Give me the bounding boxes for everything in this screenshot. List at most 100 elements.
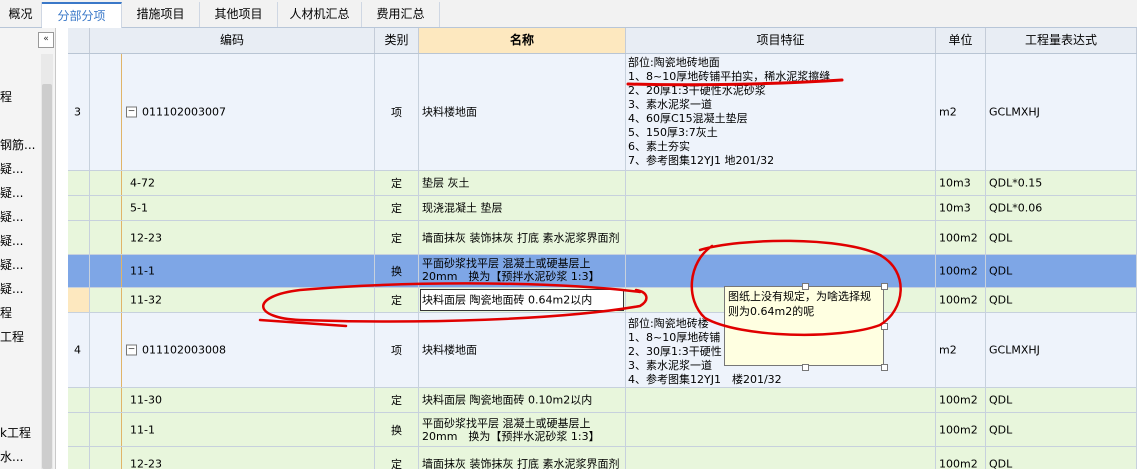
features-cell[interactable]: 部位:陶瓷地砖地面 1、8~10厚地砖铺平拍实，稀水泥浆擦缝 2、20厚1:3干…: [626, 54, 936, 170]
features-cell[interactable]: [626, 413, 936, 446]
unit-cell[interactable]: m2: [936, 54, 986, 170]
tab-sub-items[interactable]: 分部分项: [42, 2, 122, 28]
tab-measures[interactable]: 措施项目: [122, 2, 200, 27]
table-row[interactable]: 5-1 定 现浇混凝土 垫层 10m3 QDL*0.06: [68, 196, 1137, 221]
expression-cell[interactable]: QDL: [986, 288, 1137, 312]
code-cell[interactable]: 5-1: [90, 196, 375, 220]
code-cell[interactable]: 11-1: [90, 255, 375, 287]
name-cell[interactable]: 墙面抹灰 装饰抹灰 打底 素水泥浆界面剂: [419, 221, 626, 254]
features-cell[interactable]: [626, 196, 936, 220]
table-row[interactable]: 11-32 定 块料面层 陶瓷地面砖 0.64m2以内 100m2 QDL: [68, 288, 1137, 313]
sidebar-item[interactable]: 疑...: [0, 232, 23, 249]
header-code[interactable]: 编码: [90, 28, 375, 53]
name-cell[interactable]: 块料楼地面: [419, 54, 626, 170]
table-row[interactable]: 11-30 定 块料面层 陶瓷地面砖 0.10m2以内 100m2 QDL: [68, 388, 1137, 413]
expression-cell[interactable]: QDL: [986, 221, 1137, 254]
type-cell[interactable]: 换: [375, 413, 419, 446]
collapse-sidebar-icon[interactable]: «: [38, 32, 54, 48]
type-cell[interactable]: 定: [375, 171, 419, 195]
tab-cost-summary[interactable]: 费用汇总: [362, 2, 440, 27]
type-cell[interactable]: 换: [375, 255, 419, 287]
name-cell[interactable]: 墙面抹灰 装饰抹灰 打底 素水泥浆界面剂: [419, 447, 626, 469]
type-cell[interactable]: 定: [375, 196, 419, 220]
type-cell[interactable]: 定: [375, 221, 419, 254]
sidebar-item[interactable]: 水...: [0, 448, 23, 465]
comment-textbox[interactable]: 图纸上没有规定，为啥选择规则为0.64m2的呢: [724, 286, 884, 366]
table-row[interactable]: 4-72 定 垫层 灰土 10m3 QDL*0.15: [68, 171, 1137, 196]
resize-handle[interactable]: [881, 283, 888, 290]
features-cell[interactable]: [626, 221, 936, 254]
header-expression[interactable]: 工程量表达式: [986, 28, 1137, 53]
header-features[interactable]: 项目特征: [626, 28, 936, 53]
expression-cell[interactable]: QDL: [986, 447, 1137, 469]
type-cell[interactable]: 定: [375, 447, 419, 469]
name-cell-focused[interactable]: 块料面层 陶瓷地面砖 0.64m2以内: [419, 288, 626, 312]
sidebar-item[interactable]: 工程: [0, 328, 24, 345]
features-cell[interactable]: [626, 447, 936, 469]
table-row[interactable]: 4 − 011102003008 项 块料楼地面 部位:陶瓷地砖楼 1、8~10…: [68, 313, 1137, 388]
unit-cell[interactable]: 100m2: [936, 221, 986, 254]
type-cell[interactable]: 定: [375, 288, 419, 312]
expression-cell[interactable]: GCLMXHJ: [986, 313, 1137, 387]
unit-cell[interactable]: 100m2: [936, 388, 986, 412]
resize-handle[interactable]: [881, 323, 888, 330]
unit-cell[interactable]: 100m2: [936, 255, 986, 287]
features-cell[interactable]: [626, 388, 936, 412]
code-cell[interactable]: 11-30: [90, 388, 375, 412]
type-cell[interactable]: 项: [375, 54, 419, 170]
table-row-selected[interactable]: 11-1 换 平面砂浆找平层 混凝土或硬基层上20mm 换为【预拌水泥砂浆 1:…: [68, 255, 1137, 288]
expression-cell[interactable]: QDL: [986, 413, 1137, 446]
sidebar-item[interactable]: 程: [0, 88, 12, 105]
table-row[interactable]: 12-23 定 墙面抹灰 装饰抹灰 打底 素水泥浆界面剂 100m2 QDL: [68, 447, 1137, 469]
type-cell[interactable]: 项: [375, 313, 419, 387]
expression-cell[interactable]: QDL*0.06: [986, 196, 1137, 220]
unit-cell[interactable]: 10m3: [936, 196, 986, 220]
tab-resource-summary[interactable]: 人材机汇总: [278, 2, 362, 27]
sidebar-item[interactable]: 疑...: [0, 256, 23, 273]
features-cell[interactable]: [626, 255, 936, 287]
code-cell[interactable]: − 011102003008: [90, 313, 375, 387]
header-unit[interactable]: 单位: [936, 28, 986, 53]
code-cell[interactable]: 12-23: [90, 221, 375, 254]
resize-handle[interactable]: [881, 364, 888, 371]
sidebar-item[interactable]: 疑...: [0, 208, 23, 225]
sidebar-item[interactable]: 疑...: [0, 280, 23, 297]
code-cell[interactable]: 11-32: [90, 288, 375, 312]
unit-cell[interactable]: 100m2: [936, 413, 986, 446]
header-type[interactable]: 类别: [375, 28, 419, 53]
sidebar-item[interactable]: 疑...: [0, 160, 23, 177]
features-cell[interactable]: [626, 171, 936, 195]
unit-cell[interactable]: 100m2: [936, 288, 986, 312]
unit-cell[interactable]: 100m2: [936, 447, 986, 469]
name-cell[interactable]: 现浇混凝土 垫层: [419, 196, 626, 220]
code-cell[interactable]: − 011102003007: [90, 54, 375, 170]
tab-overview[interactable]: 概况: [0, 2, 42, 27]
code-cell[interactable]: 4-72: [90, 171, 375, 195]
sidebar-item[interactable]: 程: [0, 304, 12, 321]
table-row[interactable]: 11-1 换 平面砂浆找平层 混凝土或硬基层上20mm 换为【预拌水泥砂浆 1:…: [68, 413, 1137, 447]
name-cell[interactable]: 垫层 灰土: [419, 171, 626, 195]
unit-cell[interactable]: m2: [936, 313, 986, 387]
unit-cell[interactable]: 10m3: [936, 171, 986, 195]
sidebar-scrollbar-thumb[interactable]: [42, 84, 52, 469]
collapse-icon[interactable]: −: [126, 106, 137, 118]
resize-handle[interactable]: [802, 283, 809, 290]
header-name[interactable]: 名称: [419, 28, 626, 53]
expression-cell[interactable]: QDL: [986, 255, 1137, 287]
expression-cell[interactable]: QDL: [986, 388, 1137, 412]
sidebar-item[interactable]: k工程: [0, 424, 31, 441]
resize-handle[interactable]: [802, 364, 809, 371]
name-cell[interactable]: 平面砂浆找平层 混凝土或硬基层上20mm 换为【预拌水泥砂浆 1:3】: [419, 413, 626, 446]
tab-other-items[interactable]: 其他项目: [200, 2, 278, 27]
sidebar-scrollbar[interactable]: [41, 54, 53, 469]
name-cell[interactable]: 块料面层 陶瓷地面砖 0.10m2以内: [419, 388, 626, 412]
name-cell[interactable]: 平面砂浆找平层 混凝土或硬基层上20mm 换为【预拌水泥砂浆 1:3】: [419, 255, 626, 287]
code-cell[interactable]: 11-1: [90, 413, 375, 446]
expression-cell[interactable]: GCLMXHJ: [986, 54, 1137, 170]
code-cell[interactable]: 12-23: [90, 447, 375, 469]
sidebar-item[interactable]: 疑...: [0, 184, 23, 201]
name-cell[interactable]: 块料楼地面: [419, 313, 626, 387]
table-row[interactable]: 3 − 011102003007 项 块料楼地面 部位:陶瓷地砖地面 1、8~1…: [68, 54, 1137, 171]
table-row[interactable]: 12-23 定 墙面抹灰 装饰抹灰 打底 素水泥浆界面剂 100m2 QDL: [68, 221, 1137, 255]
collapse-icon[interactable]: −: [126, 344, 137, 356]
